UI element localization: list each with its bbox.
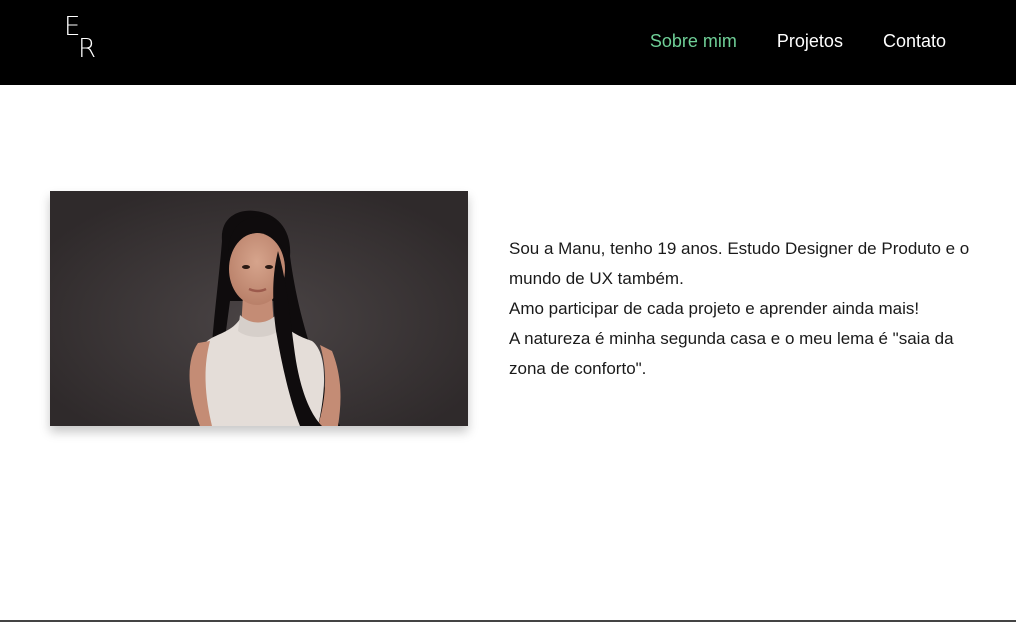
profile-photo: [50, 191, 468, 426]
logo-letter-r: R: [78, 34, 97, 64]
nav-link-contato[interactable]: Contato: [883, 30, 946, 52]
bio-line-1: Sou a Manu, tenho 19 anos. Estudo Design…: [509, 239, 970, 288]
bio-line-3: A natureza é minha segunda casa e o meu …: [509, 329, 954, 378]
bio-text: Sou a Manu, tenho 19 anos. Estudo Design…: [509, 234, 979, 384]
logo[interactable]: E R: [64, 14, 100, 62]
page: E R Sobre mim Projetos Contato Sou a Man…: [0, 0, 1016, 622]
site-header: E R Sobre mim Projetos Contato: [0, 0, 1016, 85]
nav-link-sobre-mim[interactable]: Sobre mim: [650, 30, 737, 52]
bio-line-2: Amo participar de cada projeto e aprende…: [509, 299, 920, 318]
portrait-photo-icon: [50, 191, 468, 426]
main-nav: Sobre mim Projetos Contato: [650, 30, 946, 52]
nav-link-projetos[interactable]: Projetos: [777, 30, 843, 52]
